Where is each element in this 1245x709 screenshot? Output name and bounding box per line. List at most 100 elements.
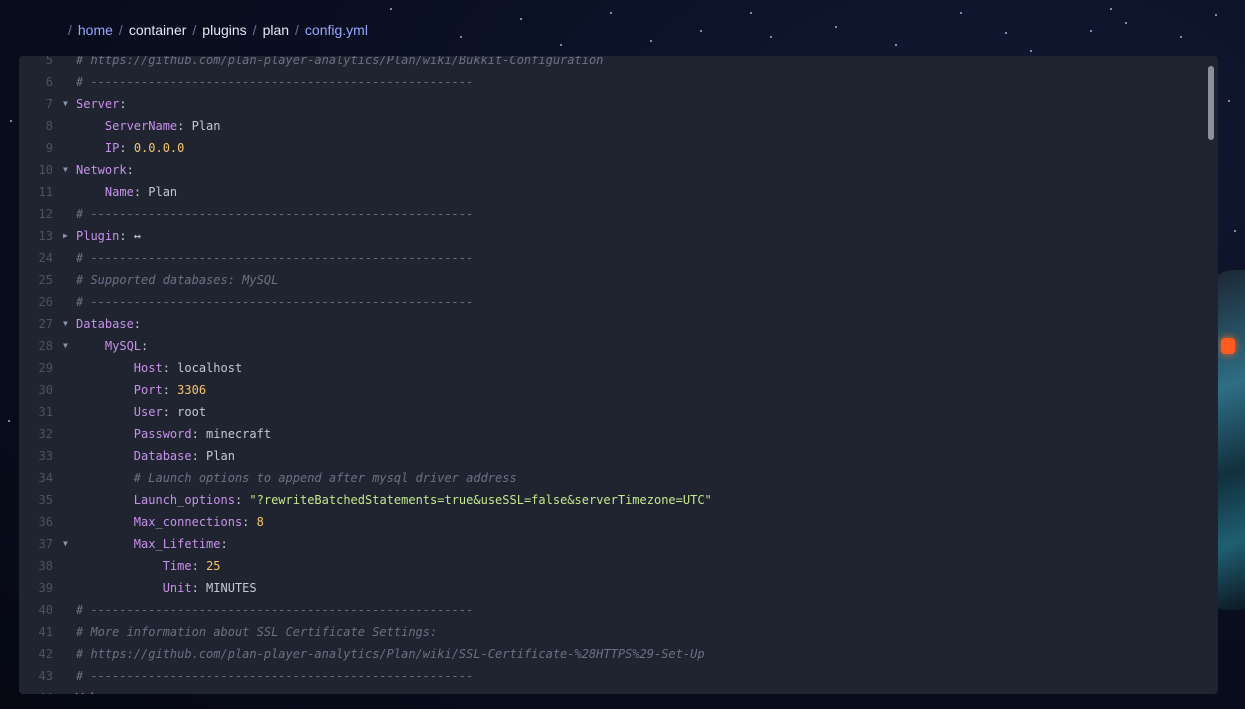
editor-lines[interactable]: 5 # https://github.com/plan-player-analyt… [19, 56, 1204, 694]
code-token: # More information about SSL Certificate… [76, 625, 438, 639]
fold-collapse-icon[interactable]: ▼ [63, 93, 73, 115]
star [390, 8, 392, 10]
breadcrumb-container[interactable]: container [129, 22, 187, 38]
star [1180, 36, 1182, 38]
line-number: 36 [38, 515, 53, 529]
breadcrumb-current-file: config.yml [304, 22, 368, 38]
line-code: MySQL: [76, 335, 148, 357]
code-line[interactable]: 42 # https://github.com/plan-player-analy… [19, 643, 1204, 665]
code-line[interactable]: 8 ServerName: Plan [19, 115, 1204, 137]
code-line[interactable]: 34 # Launch options to append after mysq… [19, 467, 1204, 489]
code-line[interactable]: 24 # ------------------------------------… [19, 247, 1204, 269]
line-code: # Supported databases: MySQL [76, 269, 278, 291]
star [610, 12, 612, 14]
code-line[interactable]: 39 Unit: MINUTES [19, 577, 1204, 599]
fold-expand-icon[interactable]: ▶ [63, 225, 73, 247]
breadcrumb-plugins[interactable]: plugins [202, 22, 246, 38]
code-line[interactable]: 36 Max_connections: 8 [19, 511, 1204, 533]
line-code: Port: 3306 [76, 379, 206, 401]
code-line[interactable]: 9 IP: 0.0.0.0 [19, 137, 1204, 159]
code-token: Database [133, 449, 192, 463]
code-token: : [141, 339, 149, 353]
line-number: 35 [38, 493, 53, 507]
star [750, 12, 752, 14]
code-token: Server [76, 97, 120, 111]
code-token: # Supported databases: MySQL [76, 273, 279, 287]
editor-scrollbar-thumb[interactable] [1208, 66, 1214, 140]
code-line[interactable]: 29 Host: localhost [19, 357, 1204, 379]
fold-collapse-icon[interactable]: ▼ [63, 313, 73, 335]
code-token: Plugin [76, 229, 120, 243]
star [1030, 50, 1032, 52]
code-line[interactable]: 44 ▼Webserver: [19, 687, 1204, 694]
line-code: Launch_options: "?rewriteBatchedStatemen… [76, 489, 712, 511]
code-line[interactable]: 31 User: root [19, 401, 1204, 423]
editor-scroll-track[interactable] [1204, 56, 1218, 694]
code-line[interactable]: 33 Database: Plan [19, 445, 1204, 467]
star [520, 18, 522, 20]
code-line[interactable]: 7 ▼ Server: [19, 93, 1204, 115]
line-code: Unit: MINUTES [76, 577, 257, 599]
line-number: 6 [45, 75, 53, 89]
code-line[interactable]: 40 # ------------------------------------… [19, 599, 1204, 621]
code-token: : [126, 163, 134, 177]
code-line[interactable]: 35 Launch_options: "?rewriteBatchedState… [19, 489, 1204, 511]
fold-collapse-icon[interactable]: ▼ [63, 335, 73, 357]
code-token: MySQL [104, 339, 142, 353]
code-token: : Plan [191, 449, 235, 463]
code-token: User [133, 405, 163, 419]
code-token: : MINUTES [191, 581, 257, 595]
code-line[interactable]: 11 Name: Plan [19, 181, 1204, 203]
line-code: Password: minecraft [76, 423, 271, 445]
star [835, 26, 837, 28]
code-editor[interactable]: 5 # https://github.com/plan-player-analyt… [19, 56, 1218, 694]
fold-collapse-icon[interactable]: ▼ [63, 687, 73, 694]
code-token: : [119, 141, 134, 155]
code-line[interactable]: 26 # ------------------------------------… [19, 291, 1204, 313]
code-token: : minecraft [191, 427, 272, 441]
code-line[interactable]: 28 ▼ MySQL: [19, 335, 1204, 357]
code-line[interactable]: 37 ▼ Max_Lifetime: [19, 533, 1204, 555]
star [770, 36, 772, 38]
code-line[interactable]: 12 # ------------------------------------… [19, 203, 1204, 225]
code-line[interactable]: 30 Port: 3306 [19, 379, 1204, 401]
code-line[interactable]: 25 # Supported databases: MySQL [19, 269, 1204, 291]
code-token: # https://github.com/plan-player-analyti… [76, 647, 705, 661]
code-line[interactable]: 27 ▼ Database: [19, 313, 1204, 335]
code-line[interactable]: 5 # https://github.com/plan-player-analyt… [19, 56, 1204, 71]
fold-collapse-icon[interactable]: ▼ [63, 159, 73, 181]
code-token: Port [133, 383, 163, 397]
code-token: Launch_options [133, 493, 235, 507]
code-token: IP [104, 141, 120, 155]
star [1125, 22, 1127, 24]
breadcrumb-home[interactable]: home [78, 22, 113, 38]
code-line[interactable]: 43 # ------------------------------------… [19, 665, 1204, 687]
code-token: : Plan [133, 185, 178, 199]
line-number: 30 [38, 383, 53, 397]
fold-collapse-icon[interactable]: ▼ [63, 533, 73, 555]
code-line[interactable]: 41 # More information about SSL Certifica… [19, 621, 1204, 643]
code-line[interactable]: 32 Password: minecraft [19, 423, 1204, 445]
code-line[interactable]: 38 Time: 25 [19, 555, 1204, 577]
breadcrumb-separator: / [295, 22, 299, 38]
code-line[interactable]: 10 ▼ Network: [19, 159, 1204, 181]
code-line[interactable]: 6 # -------------------------------------… [19, 71, 1204, 93]
breadcrumb-plan[interactable]: plan [263, 22, 289, 38]
code-line[interactable]: 13 ▶ Plugin: ↔ [19, 225, 1204, 247]
line-number: 44 [19, 687, 53, 694]
star [8, 420, 10, 422]
star [460, 36, 462, 38]
code-token: Unit [162, 581, 192, 595]
line-code: Network: [76, 159, 134, 181]
code-token: : ↔ [119, 229, 142, 243]
line-code: Database: Plan [76, 445, 235, 467]
line-number: 10 [38, 163, 53, 177]
